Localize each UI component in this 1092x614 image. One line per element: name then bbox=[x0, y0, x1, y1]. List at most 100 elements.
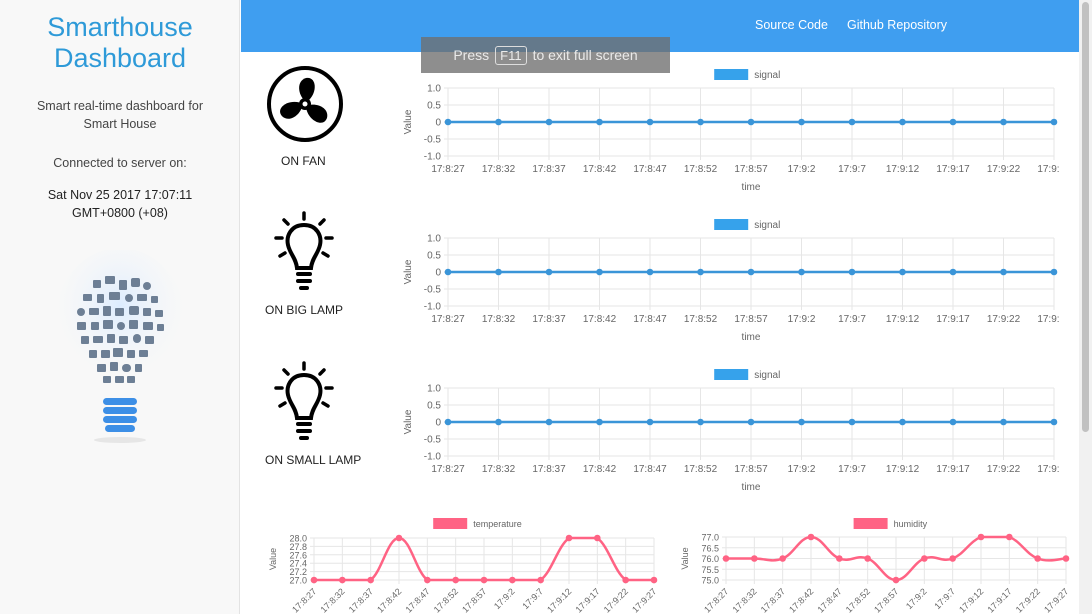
data-point bbox=[646, 418, 654, 426]
x-tick-label: 17:9:17 bbox=[936, 464, 970, 475]
x-tick-label: 17:8:32 bbox=[482, 314, 516, 325]
github-repository-link[interactable]: Github Repository bbox=[847, 18, 947, 32]
data-point bbox=[848, 418, 856, 426]
data-point bbox=[565, 534, 573, 542]
device-label-fan: ON FAN bbox=[281, 154, 326, 168]
data-point bbox=[697, 418, 704, 426]
y-tick-label: 76.5 bbox=[701, 543, 719, 553]
data-point bbox=[899, 118, 906, 126]
data-point bbox=[779, 555, 786, 562]
x-tick-label: 17:9:7 bbox=[520, 586, 545, 611]
data-point bbox=[545, 418, 553, 426]
x-tick-label: 17:8:27 bbox=[290, 586, 318, 614]
x-tick-label: 17:8:47 bbox=[815, 586, 843, 614]
x-tick-label: 17:9:27 bbox=[1042, 586, 1070, 614]
y-tick-label: -1.0 bbox=[424, 302, 442, 313]
y-tick-label: 0.5 bbox=[427, 401, 441, 412]
x-tick-label: 17:8:27 bbox=[431, 314, 465, 325]
x-tick-label: 17:8:47 bbox=[633, 314, 667, 325]
data-point bbox=[722, 555, 730, 562]
y-tick-label: -1.0 bbox=[424, 152, 442, 163]
x-axis-label: time bbox=[742, 182, 761, 193]
x-axis-label: time bbox=[742, 482, 761, 493]
vertical-scrollbar[interactable] bbox=[1079, 0, 1092, 614]
data-point bbox=[1034, 555, 1041, 562]
x-tick-label: 17:8:37 bbox=[532, 314, 566, 325]
y-tick-label: 0 bbox=[435, 418, 441, 429]
data-point bbox=[798, 118, 805, 126]
data-point bbox=[747, 118, 755, 126]
data-point bbox=[594, 534, 601, 542]
source-code-link[interactable]: Source Code bbox=[755, 18, 828, 32]
y-tick-label: -0.5 bbox=[424, 435, 442, 446]
data-point bbox=[596, 268, 603, 276]
brand-line-1: Smarthouse bbox=[47, 12, 193, 42]
data-point bbox=[697, 268, 704, 276]
x-tick-label: 17:8:47 bbox=[403, 586, 431, 614]
y-tick-label: -0.5 bbox=[424, 135, 442, 146]
x-tick-label: 17:8:57 bbox=[872, 586, 900, 614]
data-point bbox=[537, 576, 544, 584]
data-point bbox=[798, 268, 805, 276]
x-tick-label: 17:9:2 bbox=[904, 586, 929, 611]
data-point bbox=[1000, 118, 1007, 126]
data-point bbox=[949, 418, 957, 426]
lightbulb-icon[interactable] bbox=[272, 210, 336, 294]
legend-label: signal bbox=[754, 370, 780, 381]
x-tick-label: 17:9:17 bbox=[573, 586, 601, 614]
y-axis-label: Value bbox=[680, 547, 690, 569]
temperature-chart: temperature28.027.827.627.427.227.0Value… bbox=[268, 518, 658, 614]
legend-label: signal bbox=[754, 70, 780, 81]
x-tick-label: 17:9:7 bbox=[932, 586, 957, 611]
toast-text-after: to exit full screen bbox=[532, 47, 638, 63]
y-tick-label: -1.0 bbox=[424, 452, 442, 463]
scrollbar-thumb[interactable] bbox=[1082, 2, 1089, 432]
x-tick-label: 17:9:7 bbox=[838, 164, 866, 175]
y-tick-label: 1.0 bbox=[427, 384, 441, 395]
x-tick-label: 17:9:22 bbox=[987, 164, 1021, 175]
y-axis-label: Value bbox=[403, 109, 414, 134]
x-tick-label: 17:8:37 bbox=[347, 586, 375, 614]
data-point bbox=[596, 118, 603, 126]
fan-icon[interactable] bbox=[266, 65, 344, 143]
data-point bbox=[864, 555, 871, 562]
data-point bbox=[747, 418, 755, 426]
data-point bbox=[444, 418, 452, 426]
data-point bbox=[1006, 533, 1013, 541]
data-point bbox=[339, 576, 346, 584]
y-tick-label: 0.5 bbox=[427, 101, 441, 112]
x-tick-label: 17:8:52 bbox=[684, 464, 718, 475]
x-tick-label: 17:8:57 bbox=[734, 314, 768, 325]
x-tick-label: 17:9:27 bbox=[1037, 164, 1060, 175]
data-point bbox=[1000, 268, 1007, 276]
x-tick-label: 17:9:27 bbox=[1037, 464, 1060, 475]
x-tick-label: 17:9:17 bbox=[936, 314, 970, 325]
x-tick-label: 17:8:37 bbox=[532, 464, 566, 475]
data-point bbox=[424, 576, 431, 584]
brand-line-2: Dashboard bbox=[53, 43, 187, 73]
x-tick-label: 17:8:42 bbox=[583, 164, 617, 175]
x-tick-label: 17:9:2 bbox=[788, 464, 816, 475]
y-tick-label: 0.5 bbox=[427, 251, 441, 262]
data-point bbox=[949, 268, 957, 276]
brand-title[interactable]: Smarthouse Dashboard bbox=[0, 12, 240, 74]
x-axis-label: time bbox=[742, 332, 761, 343]
x-tick-label: 17:8:32 bbox=[730, 586, 758, 614]
x-tick-label: 17:8:57 bbox=[734, 464, 768, 475]
data-point bbox=[798, 418, 805, 426]
legend-swatch bbox=[714, 369, 749, 380]
x-tick-label: 17:8:42 bbox=[583, 464, 617, 475]
big-lamp-signal-chart: signal 1.0 0.5 0 -0.5 -1.0 Value 17:8:27 17:8:32… bbox=[403, 219, 1060, 343]
x-tick-label: 17:8:47 bbox=[633, 164, 667, 175]
data-point bbox=[747, 268, 755, 276]
lightbulb-icon[interactable] bbox=[272, 360, 336, 444]
x-tick-label: 17:8:32 bbox=[482, 164, 516, 175]
connected-time: Sat Nov 25 2017 17:07:11 GMT+0800 (+08) bbox=[20, 186, 220, 222]
y-tick-label: 75.0 bbox=[701, 576, 719, 586]
legend-label: temperature bbox=[473, 519, 522, 529]
data-point bbox=[367, 576, 374, 584]
data-point bbox=[495, 118, 502, 126]
x-tick-label: 17:9:22 bbox=[987, 314, 1021, 325]
data-point bbox=[646, 118, 654, 126]
x-tick-label: 17:9:7 bbox=[838, 464, 866, 475]
